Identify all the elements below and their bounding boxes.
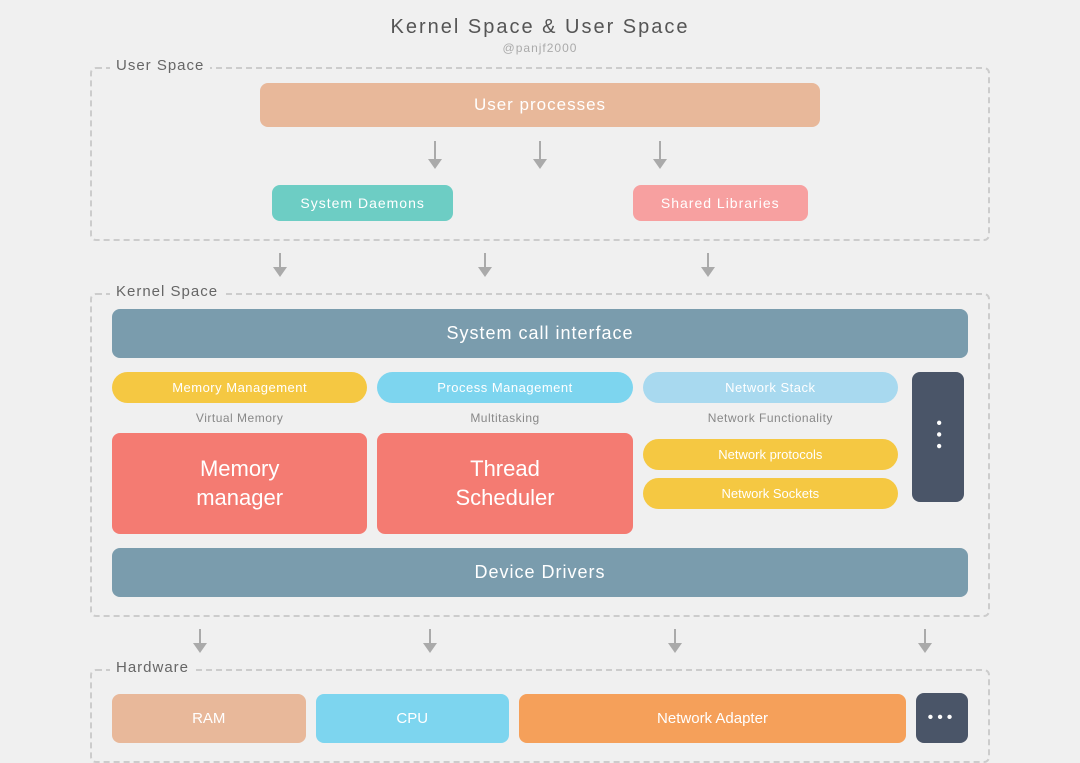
user-arrows-svg (260, 141, 820, 171)
kernel-space-label: Kernel Space (110, 283, 224, 300)
hardware-section: Hardware RAM CPU Network Adapter ••• (90, 669, 990, 763)
thread-scheduler-box: ThreadScheduler (377, 433, 632, 534)
kernel-space-section: Kernel Space System call interface Memor… (90, 293, 990, 617)
kernel-col-process: Process Management Multitasking ThreadSc… (377, 372, 632, 534)
network-sockets-box: Network Sockets (643, 478, 898, 509)
hardware-content: RAM CPU Network Adapter ••• (112, 685, 968, 743)
kernel-more-box: ••• (912, 372, 964, 502)
network-functionality-sublabel: Network Functionality (708, 411, 833, 425)
page-subtitle: @panjf2000 (503, 41, 578, 55)
hardware-more-dots: ••• (928, 709, 957, 726)
between-arrows-svg-2 (110, 629, 970, 657)
hardware-label: Hardware (110, 659, 195, 676)
kernel-col-memory: Memory Management Virtual Memory Memorym… (112, 372, 367, 534)
hardware-cpu: CPU (316, 694, 510, 743)
user-space-label: User Space (110, 57, 210, 74)
user-space-content: User processes System Daemons Shared Lib… (112, 83, 968, 221)
syscall-interface-bar: System call interface (112, 309, 968, 358)
kernel-space-content: System call interface Memory Management … (112, 309, 968, 597)
virtual-memory-sublabel: Virtual Memory (196, 411, 283, 425)
page-title: Kernel Space & User Space (390, 16, 689, 39)
network-protocols-box: Network protocols (643, 439, 898, 470)
multitasking-sublabel: Multitasking (470, 411, 539, 425)
device-drivers-bar: Device Drivers (112, 548, 968, 597)
user-children-row: System Daemons Shared Libraries (272, 185, 807, 221)
user-space-section: User Space User processes System Daemons… (90, 67, 990, 241)
hardware-ram: RAM (112, 694, 306, 743)
user-processes-box: User processes (260, 83, 820, 127)
system-daemons-box: System Daemons (272, 185, 452, 221)
kernel-more-dots: ••• (929, 420, 947, 455)
memory-management-tag: Memory Management (112, 372, 367, 403)
process-management-tag: Process Management (377, 372, 632, 403)
shared-libraries-box: Shared Libraries (633, 185, 808, 221)
kernel-col-more: ••• (908, 372, 968, 502)
kernel-columns: Memory Management Virtual Memory Memorym… (112, 372, 968, 534)
memory-manager-box: Memorymanager (112, 433, 367, 534)
network-stack-tag: Network Stack (643, 372, 898, 403)
inter-section-arrows-2 (110, 629, 970, 657)
kernel-col-network: Network Stack Network Functionality Netw… (643, 372, 898, 509)
hardware-more: ••• (916, 693, 968, 743)
network-items: Network protocols Network Sockets (643, 439, 898, 509)
main-diagram: User Space User processes System Daemons… (90, 67, 990, 763)
hardware-network-adapter: Network Adapter (519, 694, 906, 743)
inter-section-arrows-1 (110, 253, 970, 281)
between-arrows-svg-1 (110, 253, 970, 281)
